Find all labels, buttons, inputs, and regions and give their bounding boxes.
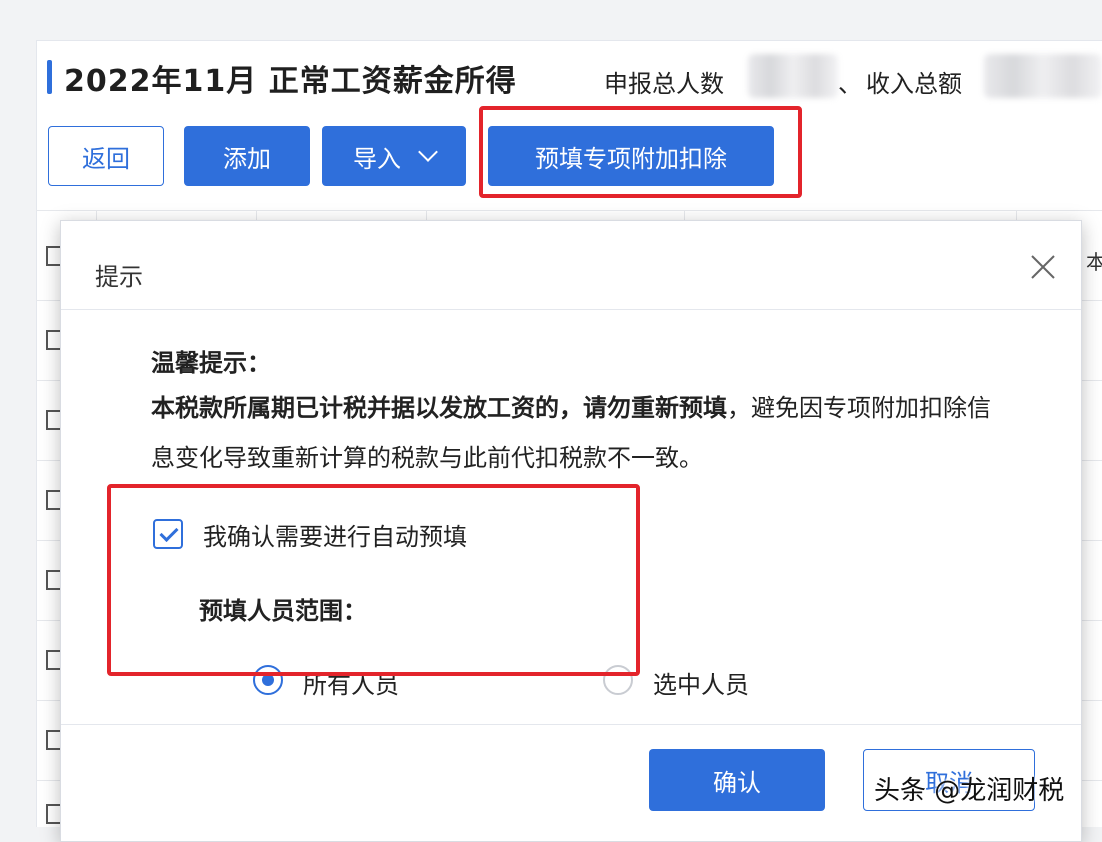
warning-message: 本税款所属期已计税并据以发放工资的，请勿重新预填，避免因专项附加扣除信息变化导致… <box>151 383 991 483</box>
confirm-button-label: 确认 <box>713 768 761 797</box>
import-dropdown-button[interactable]: 导入 <box>322 126 466 186</box>
prefill-special-deduction-button[interactable]: 预填专项附加扣除 <box>488 126 774 186</box>
declared-people-label: 申报总人数 <box>604 70 724 98</box>
chevron-down-icon <box>418 142 438 162</box>
radio-selected-people[interactable] <box>603 665 633 695</box>
warm-tip-heading: 温馨提示： <box>151 349 271 377</box>
title-accent-bar <box>47 60 52 94</box>
prefill-button-label: 预填专项附加扣除 <box>535 144 727 173</box>
table-header-top-line <box>36 210 1102 211</box>
back-button-label: 返回 <box>82 144 130 173</box>
confirm-auto-prefill-label[interactable]: 我确认需要进行自动预填 <box>203 517 467 552</box>
import-button-label: 导入 <box>353 144 401 173</box>
confirm-button[interactable]: 确认 <box>649 749 825 811</box>
declared-people-value-redacted <box>748 54 838 98</box>
confirm-auto-prefill-checkbox[interactable] <box>153 519 183 549</box>
total-income-label: 收入总额 <box>866 70 962 98</box>
prompt-dialog: 提示 温馨提示： 本税款所属期已计税并据以发放工资的，请勿重新预填，避免因专项附… <box>60 220 1082 842</box>
total-income-value-redacted <box>984 54 1102 98</box>
radio-selected-people-label[interactable]: 选中人员 <box>653 665 749 700</box>
page-title: 2022年11月 正常工资薪金所得 <box>64 64 517 99</box>
dialog-footer-divider <box>61 724 1081 725</box>
back-button[interactable]: 返回 <box>48 126 164 186</box>
add-button[interactable]: 添加 <box>184 126 310 186</box>
close-icon[interactable] <box>1029 253 1057 281</box>
declared-people-separator: 、 <box>838 70 862 98</box>
table-column-header: 本 <box>1086 250 1102 274</box>
dialog-header-divider <box>61 309 1081 310</box>
prefill-range-label: 预填人员范围： <box>199 597 367 625</box>
radio-all-people[interactable] <box>253 665 283 695</box>
add-button-label: 添加 <box>223 144 271 173</box>
watermark-text: 头条 @龙润财税 <box>874 776 1065 806</box>
dialog-title: 提示 <box>95 263 143 291</box>
radio-all-people-label[interactable]: 所有人员 <box>303 665 399 700</box>
warning-bold-text: 本税款所属期已计税并据以发放工资的，请勿重新预填 <box>151 394 727 422</box>
